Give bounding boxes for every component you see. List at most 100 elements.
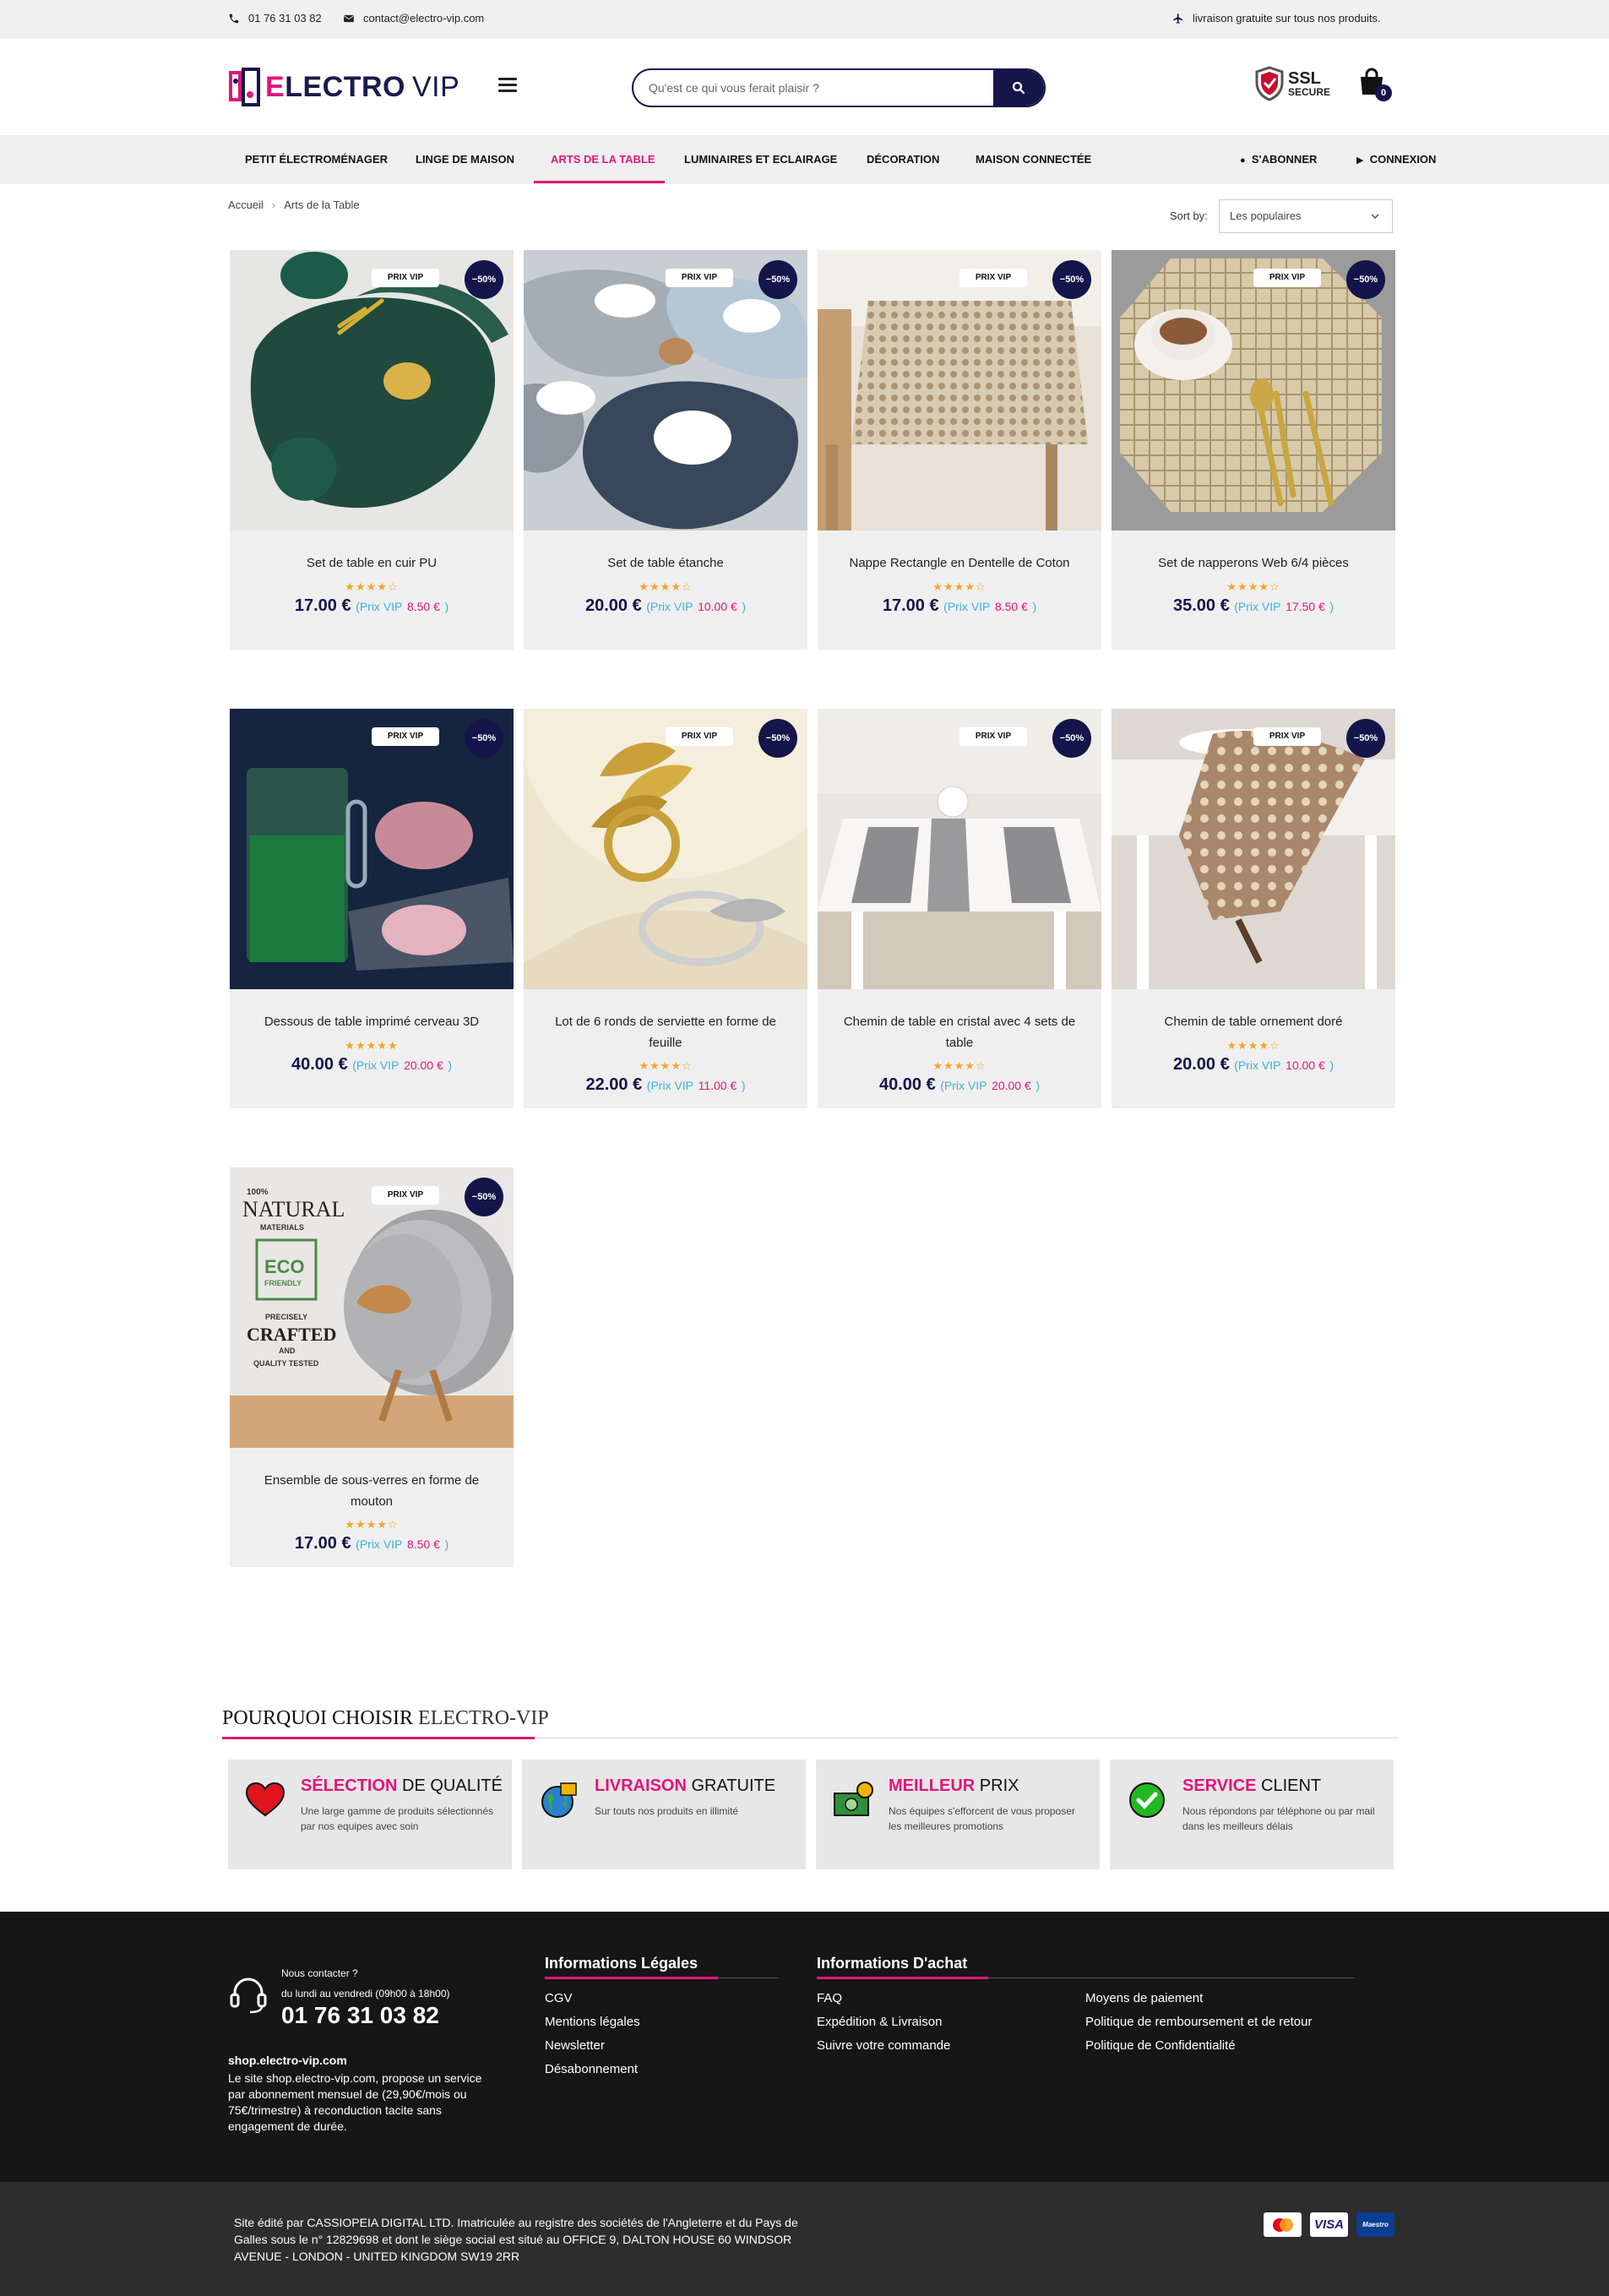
visa-icon: VISA [1310, 2212, 1348, 2237]
price-value: 22.00 € [585, 1075, 643, 1094]
product-price: 17.00 € (Prix VIP 8.50 € ) [818, 596, 1101, 616]
feature-description: Nous répondons par téléphone ou par mail… [1182, 1805, 1375, 1832]
breadcrumb-current: Arts de la Table [284, 199, 360, 211]
discount-badge: −50% [1052, 260, 1091, 299]
product-card[interactable]: PRIX VIP −50% Dessous de table imprimé c… [230, 709, 514, 1108]
vip-price-value: 20.00 € [404, 1058, 443, 1072]
breadcrumb-home[interactable]: Accueil [228, 199, 264, 211]
product-name[interactable]: Set de table en cuir PU [247, 552, 497, 574]
product-name[interactable]: Lot de 6 ronds de serviette en forme de … [541, 1011, 791, 1053]
nav-item-luminaires[interactable]: LUMINAIRES ET ECLAIRAGE [684, 135, 837, 184]
product-card[interactable]: PRIX VIP −50% Nappe Rectangle en Dentell… [818, 250, 1101, 650]
prix-vip-badge: PRIX VIP [666, 269, 733, 287]
discount-badge: −50% [1052, 719, 1091, 758]
nav-item-linge-de-maison[interactable]: LINGE DE MAISON [416, 135, 514, 184]
topbar-email[interactable]: contact@electro-vip.com [343, 12, 484, 24]
vip-price-value: 8.50 € [406, 1537, 440, 1551]
vip-price-label: (Prix VIP [943, 600, 991, 613]
arrow-right-icon: ▶ [1356, 155, 1364, 166]
footer-contact-title: Nous contacter ? [281, 1967, 358, 1979]
footer-link-faq[interactable]: FAQ [817, 1991, 842, 2005]
feature-title-rest: GRATUITE [691, 1776, 776, 1795]
feature-title-bold: SÉLECTION [301, 1776, 398, 1795]
nav-subscribe[interactable]: ● S'ABONNER [1240, 135, 1317, 184]
prix-vip-badge: PRIX VIP [372, 269, 439, 287]
product-card[interactable]: PRIX VIP −50% Chemin de table ornement d… [1112, 709, 1395, 1108]
price-value: 35.00 € [1172, 596, 1230, 615]
product-card[interactable]: PRIX VIP −50% Set de napperons Web 6/4 p… [1112, 250, 1395, 650]
product-name[interactable]: Chemin de table ornement doré [1128, 1011, 1378, 1032]
search-button[interactable] [993, 70, 1044, 106]
cart-button[interactable]: 0 [1358, 68, 1392, 101]
footer-legal-text: Site édité par CASSIOPEIA DIGITAL LTD. I… [234, 2216, 798, 2263]
product-name[interactable]: Set de napperons Web 6/4 pièces [1128, 552, 1378, 574]
topbar-phone[interactable]: 01 76 31 03 82 [228, 12, 322, 24]
product-card[interactable]: PRIX VIP −50% Lot de 6 ronds de serviett… [524, 709, 807, 1108]
price-value: 40.00 € [291, 1055, 348, 1074]
footer-link-privacy[interactable]: Politique de Confidentialité [1085, 2038, 1236, 2053]
footer-link-unsubscribe[interactable]: Désabonnement [545, 2062, 638, 2076]
vip-price-label: (Prix VIP [646, 600, 693, 613]
site-logo[interactable]: ELECTRO VIP [228, 66, 459, 108]
footer-link-refund[interactable]: Politique de remboursement et de retour [1085, 2015, 1312, 2029]
footer-link-track-order[interactable]: Suivre votre commande [817, 2038, 950, 2053]
and-text: AND [279, 1347, 296, 1355]
menu-burger-icon[interactable] [498, 78, 517, 93]
price-value: 17.00 € [882, 596, 939, 615]
prix-vip-badge: PRIX VIP [666, 727, 733, 746]
vip-price-label: (Prix VIP [356, 1537, 403, 1551]
footer-link-newsletter[interactable]: Newsletter [545, 2038, 605, 2053]
prix-vip-badge: PRIX VIP [372, 727, 439, 746]
discount-badge: −50% [1346, 719, 1385, 758]
nav-login[interactable]: ▶ CONNEXION [1356, 135, 1436, 184]
vip-price-close: ) [1032, 600, 1037, 613]
product-card[interactable]: PRIX VIP −50% Chemin de table en cristal… [818, 709, 1101, 1108]
shield-icon [1255, 66, 1284, 101]
footer-link-cgv[interactable]: CGV [545, 1991, 573, 2005]
vip-price-value: 10.00 € [1286, 1058, 1325, 1072]
vip-price-label: (Prix VIP [1234, 600, 1281, 613]
discount-badge: −50% [465, 1178, 503, 1216]
product-name[interactable]: Nappe Rectangle en Dentelle de Coton [834, 552, 1084, 574]
nav-item-maison-connectee[interactable]: MAISON CONNECTÉE [976, 135, 1091, 184]
logo-word-vip: VIP [411, 70, 460, 103]
prix-vip-badge: PRIX VIP [1253, 269, 1321, 287]
feature-customer-service: SERVICE CLIENT Nous répondons par téléph… [1110, 1760, 1394, 1869]
rating-stars: ★★★★☆ [932, 1059, 987, 1072]
rating-stars: ★★★★☆ [639, 1059, 693, 1072]
search-input[interactable] [633, 70, 993, 106]
why-title-main: POURQUOI CHOISIR [222, 1707, 414, 1729]
rating-stars: ★★★★☆ [932, 580, 987, 593]
nav-item-arts-de-la-table[interactable]: ARTS DE LA TABLE [551, 135, 655, 184]
mastercard-icon [1264, 2212, 1302, 2237]
prix-vip-badge: PRIX VIP [959, 269, 1027, 287]
natural-percent-text: 100% [247, 1188, 269, 1197]
product-card[interactable]: 100% NATURAL MATERIALS ECO FRIENDLY PREC… [230, 1167, 514, 1567]
nav-item-petit-electromenager[interactable]: PETIT ÉLECTROMÉNAGER [245, 135, 388, 184]
product-name[interactable]: Chemin de table en cristal avec 4 sets d… [834, 1011, 1084, 1053]
footer-link-shipping[interactable]: Expédition & Livraison [817, 2015, 942, 2029]
rating-stars: ★★★★☆ [1226, 1039, 1280, 1052]
footer-contact-phone[interactable]: 01 76 31 03 82 [281, 2002, 439, 2029]
product-name[interactable]: Dessous de table imprimé cerveau 3D [247, 1011, 497, 1032]
footer-link-mentions[interactable]: Mentions légales [545, 2015, 640, 2029]
rating-stars: ★★★★★ [345, 1039, 399, 1052]
product-name[interactable]: Set de table étanche [541, 552, 791, 574]
feature-title-bold: SERVICE [1182, 1776, 1257, 1795]
discount-badge: −50% [1346, 260, 1385, 299]
main-nav: PETIT ÉLECTROMÉNAGER LINGE DE MAISON ART… [0, 135, 1609, 184]
footer-link-payment[interactable]: Moyens de paiement [1085, 1991, 1203, 2005]
product-price: 22.00 € (Prix VIP 11.00 € ) [524, 1075, 807, 1095]
logo-text: ELECTRO VIP [265, 71, 459, 104]
prix-vip-badge: PRIX VIP [372, 1186, 439, 1205]
product-price: 20.00 € (Prix VIP 10.00 € ) [524, 596, 807, 616]
eco-text: ECO [264, 1256, 305, 1277]
product-name[interactable]: Ensemble de sous-verres en forme de mout… [247, 1470, 497, 1512]
product-card[interactable]: PRIX VIP −50% Set de table en cuir PU ★★… [230, 250, 514, 650]
logo-word-lectro: LECTRO [285, 70, 405, 103]
feature-title-rest: DE QUALITÉ [402, 1776, 503, 1795]
nav-item-decoration[interactable]: DÉCORATION [867, 135, 939, 184]
product-card[interactable]: PRIX VIP −50% Set de table étanche ★★★★☆… [524, 250, 807, 650]
feature-title: MEILLEUR PRIX [889, 1776, 1019, 1796]
sort-select[interactable]: Les populaires [1219, 199, 1393, 233]
